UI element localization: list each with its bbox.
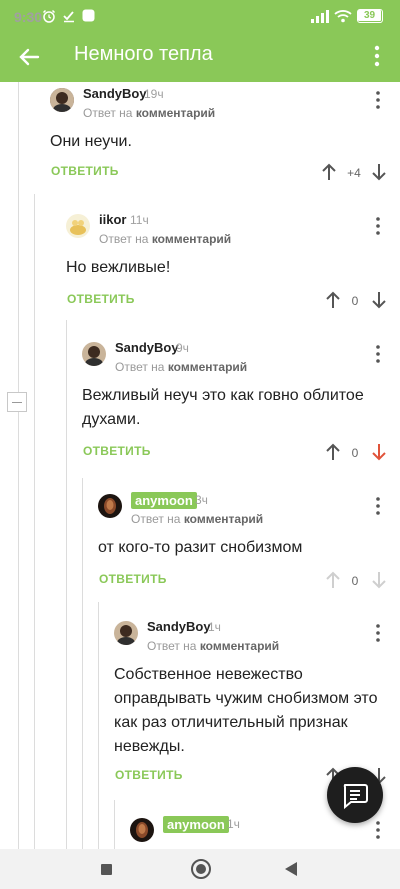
comment-time: 1ч: [208, 620, 221, 634]
battery-icon: 39: [357, 9, 383, 23]
downvote-icon[interactable]: [370, 162, 388, 182]
reply-to-prefix: Ответ на: [131, 512, 181, 526]
comment-menu-icon[interactable]: [374, 216, 382, 236]
reply-to-link[interactable]: комментарий: [200, 639, 279, 653]
home-icon[interactable]: [191, 859, 211, 879]
comment: SandyBoy 19ч Ответ на комментарий Они не…: [50, 82, 395, 194]
avatar[interactable]: [130, 818, 154, 842]
comment-menu-icon[interactable]: [374, 623, 382, 643]
check-download-icon: [63, 11, 74, 23]
thread-line: [66, 320, 67, 849]
comment-text: от кого-то разит снобизмом: [98, 539, 303, 556]
reply-to-link[interactable]: комментарий: [184, 512, 263, 526]
comment-text: Но вежливые!: [66, 259, 171, 276]
user-photo-icon: [82, 342, 106, 366]
comment-score: 0: [351, 574, 359, 588]
user-photo-icon: [50, 88, 74, 112]
upvote-icon[interactable]: [324, 570, 342, 590]
avatar[interactable]: [66, 214, 90, 238]
avatar[interactable]: [114, 621, 138, 645]
reply-to-link[interactable]: комментарий: [136, 106, 215, 120]
page-title: Немного тепла: [74, 43, 213, 65]
comment-menu-icon[interactable]: [374, 496, 382, 516]
upvote-icon[interactable]: [324, 442, 342, 462]
reply-button[interactable]: ОТВЕТИТЬ: [99, 572, 167, 586]
downvote-icon[interactable]: [370, 570, 388, 590]
reply-to: Ответ на комментарий: [115, 360, 247, 374]
alarm-icon: [42, 9, 56, 23]
top-bar: 9:30 39 Немного тепла: [0, 0, 400, 82]
reply-to-link[interactable]: комментарий: [152, 232, 231, 246]
comment-author[interactable]: SandyBoy: [115, 340, 179, 355]
more-vertical-icon[interactable]: [370, 44, 384, 68]
thread-line: [18, 82, 19, 849]
user-photo-icon: [130, 818, 154, 842]
thread-line: [114, 800, 115, 849]
comment: SandyBoy 9ч Ответ на комментарий Вежливы…: [82, 336, 395, 476]
avatar[interactable]: [50, 88, 74, 112]
comment-text: Собственное невежество оправдывать чужим…: [114, 666, 378, 755]
user-photo-icon: [98, 494, 122, 518]
comment-thread: SandyBoy 19ч Ответ на комментарий Они не…: [0, 82, 400, 849]
reply-to: Ответ на комментарий: [147, 639, 279, 653]
comment-fab-button[interactable]: [327, 767, 383, 823]
comment-author[interactable]: iikor: [99, 212, 126, 227]
user-photo-icon: [114, 621, 138, 645]
reply-button[interactable]: ОТВЕТИТЬ: [67, 292, 135, 306]
comment-author[interactable]: anymoon: [163, 816, 229, 833]
battery-level: 39: [358, 10, 381, 21]
back-triangle-icon[interactable]: [285, 862, 297, 876]
reply-to-prefix: Ответ на: [83, 106, 133, 120]
comment-time: 11ч: [130, 213, 149, 227]
comment-author[interactable]: anymoon: [131, 492, 197, 509]
thread-line: [98, 602, 99, 849]
reply-to-prefix: Ответ на: [115, 360, 165, 374]
reply-to-prefix: Ответ на: [147, 639, 197, 653]
reply-to: Ответ на комментарий: [99, 232, 231, 246]
app-bar: Немного тепла: [0, 34, 400, 82]
wifi-icon: [334, 10, 352, 23]
upvote-icon[interactable]: [324, 290, 342, 310]
comment-menu-icon[interactable]: [374, 820, 382, 840]
collapse-thread-button[interactable]: [7, 392, 27, 412]
comment-time: 9ч: [176, 341, 189, 355]
thread-line: [82, 478, 83, 849]
reply-button[interactable]: ОТВЕТИТЬ: [83, 444, 151, 458]
comment-text: Вежливый неуч это как говно облитое духа…: [82, 387, 364, 428]
recents-icon[interactable]: [101, 864, 112, 875]
notification-icon: [82, 9, 95, 22]
comment-score: 0: [351, 294, 359, 308]
thread-line: [34, 194, 35, 849]
reply-button[interactable]: ОТВЕТИТЬ: [51, 164, 119, 178]
comment-menu-icon[interactable]: [374, 344, 382, 364]
comment-time: 3ч: [195, 493, 208, 507]
comment: iikor 11ч Ответ на комментарий Но вежлив…: [66, 208, 395, 320]
comment-author[interactable]: SandyBoy: [83, 86, 147, 101]
comment: anymoon 3ч Ответ на комментарий от кого-…: [98, 488, 395, 600]
reply-to-prefix: Ответ на: [99, 232, 149, 246]
reply-to: Ответ на комментарий: [131, 512, 263, 526]
back-arrow-icon[interactable]: [14, 42, 44, 72]
comment-score: 0: [351, 446, 359, 460]
comment-text: Они неучи.: [50, 133, 132, 150]
downvote-icon[interactable]: [370, 290, 388, 310]
avatar[interactable]: [82, 342, 106, 366]
comment-author[interactable]: SandyBoy: [147, 619, 211, 634]
comment-score: +4: [347, 166, 361, 180]
avatar[interactable]: [98, 494, 122, 518]
reply-button[interactable]: ОТВЕТИТЬ: [115, 768, 183, 782]
status-bar: 9:30 39: [0, 0, 400, 34]
signal-icon: [311, 10, 329, 23]
upvote-icon[interactable]: [320, 162, 338, 182]
downvote-icon[interactable]: [370, 442, 388, 462]
comment-time: 19ч: [144, 87, 164, 101]
reply-to-link[interactable]: комментарий: [168, 360, 247, 374]
comment-icon: [343, 784, 368, 810]
user-photo-icon: [66, 214, 90, 238]
status-time: 9:30: [14, 9, 43, 25]
system-nav-bar: [0, 849, 400, 889]
reply-to: Ответ на комментарий: [83, 106, 215, 120]
comment-time: 1ч: [227, 817, 240, 831]
comment-menu-icon[interactable]: [374, 90, 382, 110]
